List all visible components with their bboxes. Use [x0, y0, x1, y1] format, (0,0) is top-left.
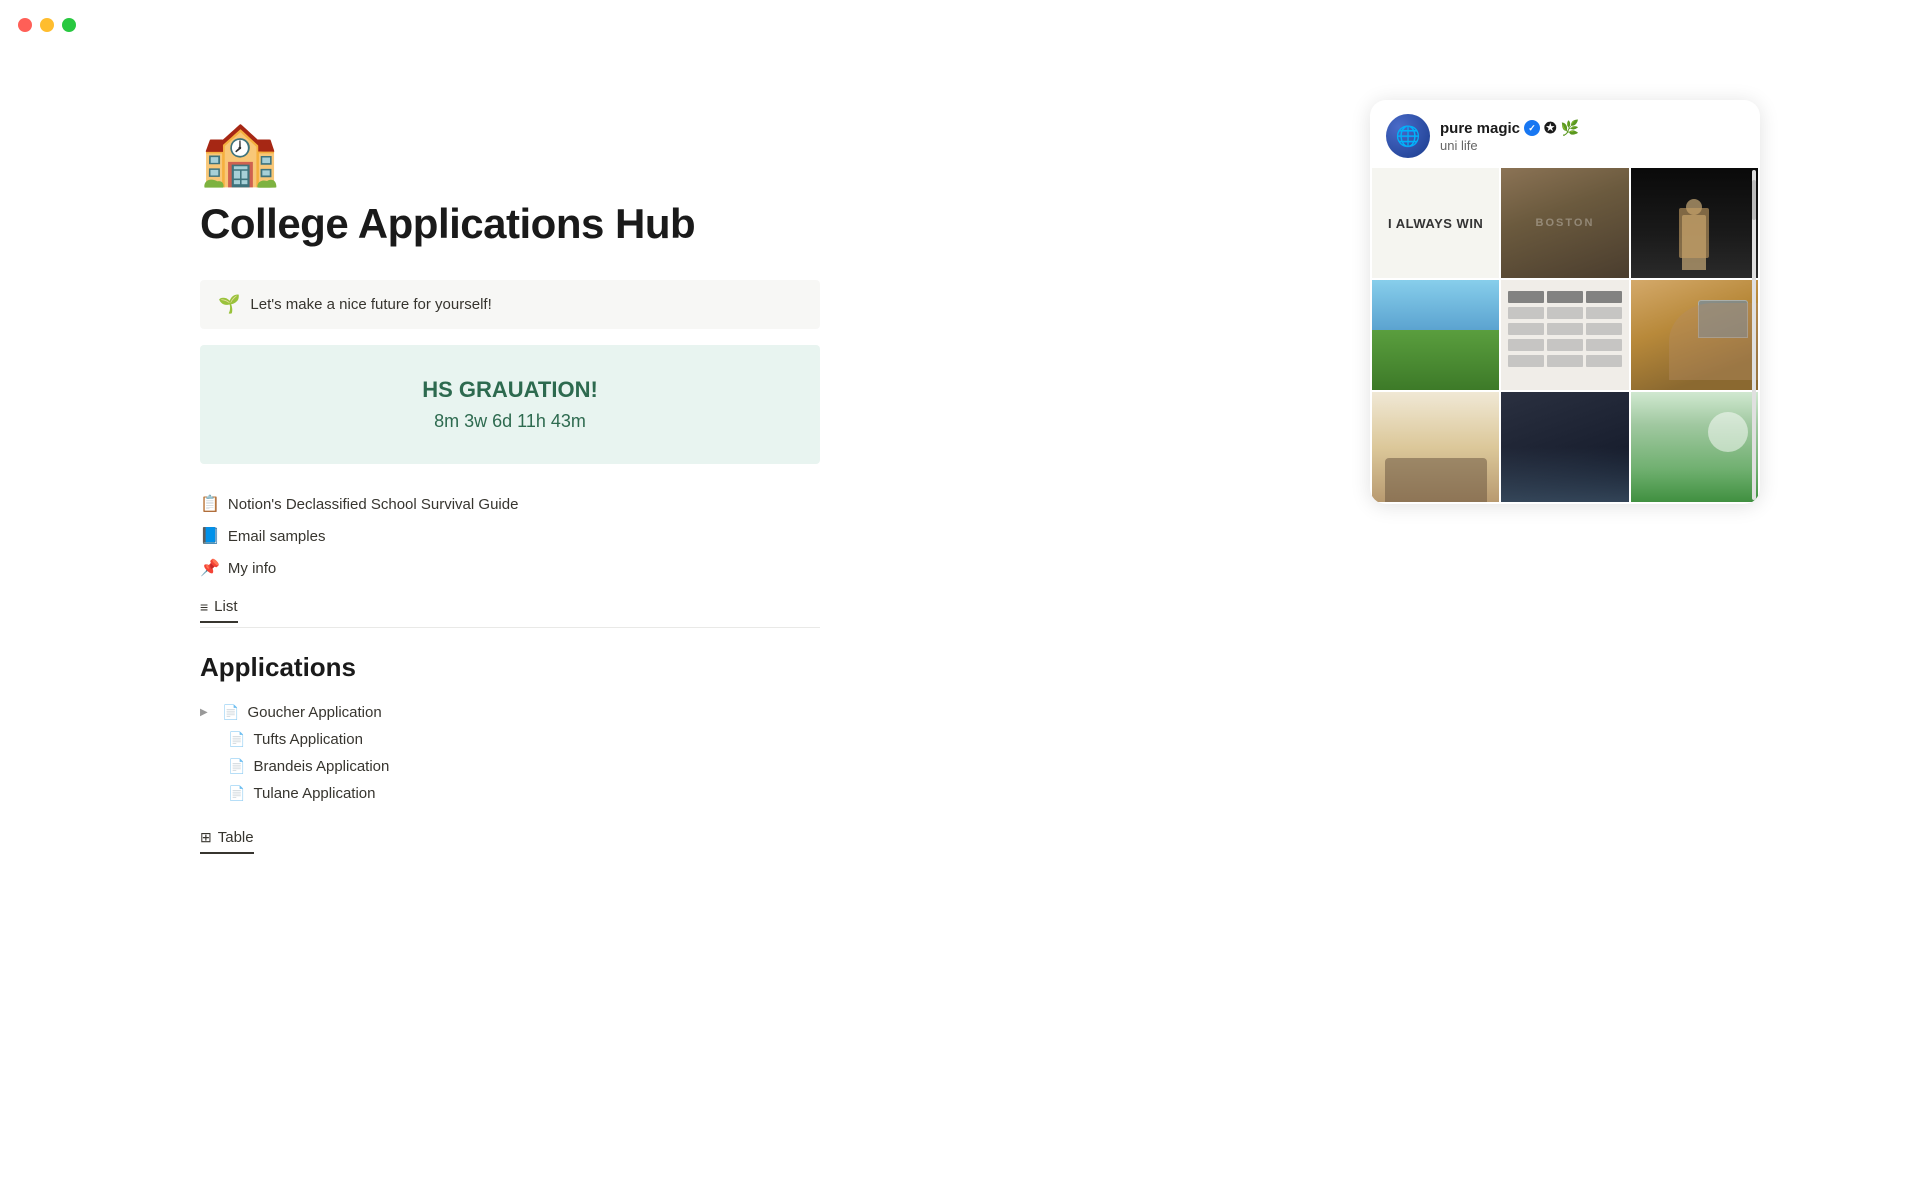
table-cell: [1547, 355, 1583, 367]
list-icon: ≡: [200, 599, 208, 615]
maximize-button[interactable]: [62, 18, 76, 32]
photo-campus-green: [1372, 280, 1499, 390]
doc-icon: 📄: [228, 785, 245, 802]
table-row: [1508, 307, 1623, 319]
close-button[interactable]: [18, 18, 32, 32]
section-divider: [200, 627, 820, 628]
app-name-goucher: Goucher Application: [247, 704, 381, 721]
table-cell: [1547, 339, 1583, 351]
countdown-box: HS GRAUATION! 8m 3w 6d 11h 43m: [200, 345, 820, 464]
link-survival-guide[interactable]: 📋 Notion's Declassified School Survival …: [200, 488, 820, 520]
app-name-tufts: Tufts Application: [253, 731, 363, 748]
table-cell: [1508, 291, 1544, 303]
app-name-brandeis: Brandeis Application: [253, 758, 389, 775]
survival-guide-icon: 📋: [200, 494, 220, 514]
photo-cafe-scene: [1372, 392, 1499, 502]
table-cell: [1508, 339, 1544, 351]
app-item-brandeis[interactable]: 📄 Brandeis Application: [200, 753, 820, 780]
app-item-tulane[interactable]: 📄 Tulane Application: [200, 780, 820, 807]
photo-laptop-study: [1631, 280, 1758, 390]
table-cell: [1508, 323, 1544, 335]
app-item-goucher[interactable]: ▶ 📄 Goucher Application: [200, 699, 820, 726]
table-cell: [1547, 307, 1583, 319]
applications-heading: Applications: [200, 652, 1720, 683]
list-tab-label: List: [214, 598, 237, 615]
text-cell-content: I ALWAYS WIN: [1388, 216, 1483, 231]
scrollbar[interactable]: [1752, 170, 1756, 500]
toggle-icon[interactable]: ▶: [200, 707, 214, 718]
countdown-title: HS GRAUATION!: [220, 377, 800, 403]
table-cell: [1586, 339, 1622, 351]
doc-icon: 📄: [222, 704, 239, 721]
link-email-samples[interactable]: 📘 Email samples: [200, 520, 820, 552]
social-card: 🌐 pure magic ✓ ✪ 🌿 uni life I ALWAYS WIN: [1370, 100, 1760, 504]
doc-icon: 📄: [228, 758, 245, 775]
avatar-image: 🌐: [1386, 114, 1430, 158]
table-cell: [1586, 355, 1622, 367]
photo-group-study: [1501, 392, 1628, 502]
table-row: [1508, 291, 1623, 303]
email-samples-icon: 📘: [200, 526, 220, 546]
app-item-tufts[interactable]: 📄 Tufts Application: [200, 726, 820, 753]
callout-box: 🌱 Let's make a nice future for yourself!: [200, 280, 820, 329]
table-cell: [1586, 307, 1622, 319]
social-subtitle: uni life: [1440, 138, 1744, 153]
photo-table-sheet: [1501, 280, 1628, 390]
account-emojis: ✪ 🌿: [1544, 119, 1579, 137]
account-name: pure magic: [1440, 120, 1520, 137]
photo-grid: I ALWAYS WIN: [1370, 168, 1760, 504]
my-info-icon: 📌: [200, 558, 220, 578]
social-name: pure magic ✓ ✪ 🌿: [1440, 119, 1744, 137]
countdown-time: 8m 3w 6d 11h 43m: [220, 411, 800, 432]
photo-boston-hoodie: [1501, 168, 1628, 278]
table-cell: [1547, 291, 1583, 303]
doc-icon: 📄: [228, 731, 245, 748]
table-cell: [1508, 355, 1544, 367]
table-cell: [1508, 307, 1544, 319]
table-icon: ⊞: [200, 829, 212, 846]
table-cell: [1586, 323, 1622, 335]
list-view-tab[interactable]: ≡ List: [200, 592, 238, 623]
mini-table: [1508, 291, 1623, 379]
main-content: 🏫 College Applications Hub 🌱 Let's make …: [0, 0, 1920, 934]
minimize-button[interactable]: [40, 18, 54, 32]
app-name-tulane: Tulane Application: [253, 785, 375, 802]
callout-text: Let's make a nice future for yourself!: [250, 296, 491, 313]
photo-speaker-dark: [1631, 168, 1758, 278]
table-cell: [1586, 291, 1622, 303]
table-row: [1508, 323, 1623, 335]
photo-text-cell: I ALWAYS WIN: [1372, 168, 1499, 278]
survival-guide-label: Notion's Declassified School Survival Gu…: [228, 496, 519, 513]
social-info: pure magic ✓ ✪ 🌿 uni life: [1440, 119, 1744, 153]
verified-badge: ✓: [1524, 120, 1540, 136]
table-row: [1508, 355, 1623, 367]
social-card-header: 🌐 pure magic ✓ ✪ 🌿 uni life: [1370, 100, 1760, 168]
email-samples-label: Email samples: [228, 528, 326, 545]
my-info-label: My info: [228, 560, 276, 577]
traffic-lights: [18, 18, 76, 32]
callout-icon: 🌱: [218, 294, 240, 315]
avatar: 🌐: [1386, 114, 1430, 158]
table-tab-label: Table: [218, 829, 254, 846]
link-my-info[interactable]: 📌 My info: [200, 552, 820, 584]
table-row: [1508, 339, 1623, 351]
table-cell: [1547, 323, 1583, 335]
table-view-tab[interactable]: ⊞ Table: [200, 823, 254, 854]
scrollbar-thumb[interactable]: [1752, 180, 1756, 220]
photo-garden-work: [1631, 392, 1758, 502]
